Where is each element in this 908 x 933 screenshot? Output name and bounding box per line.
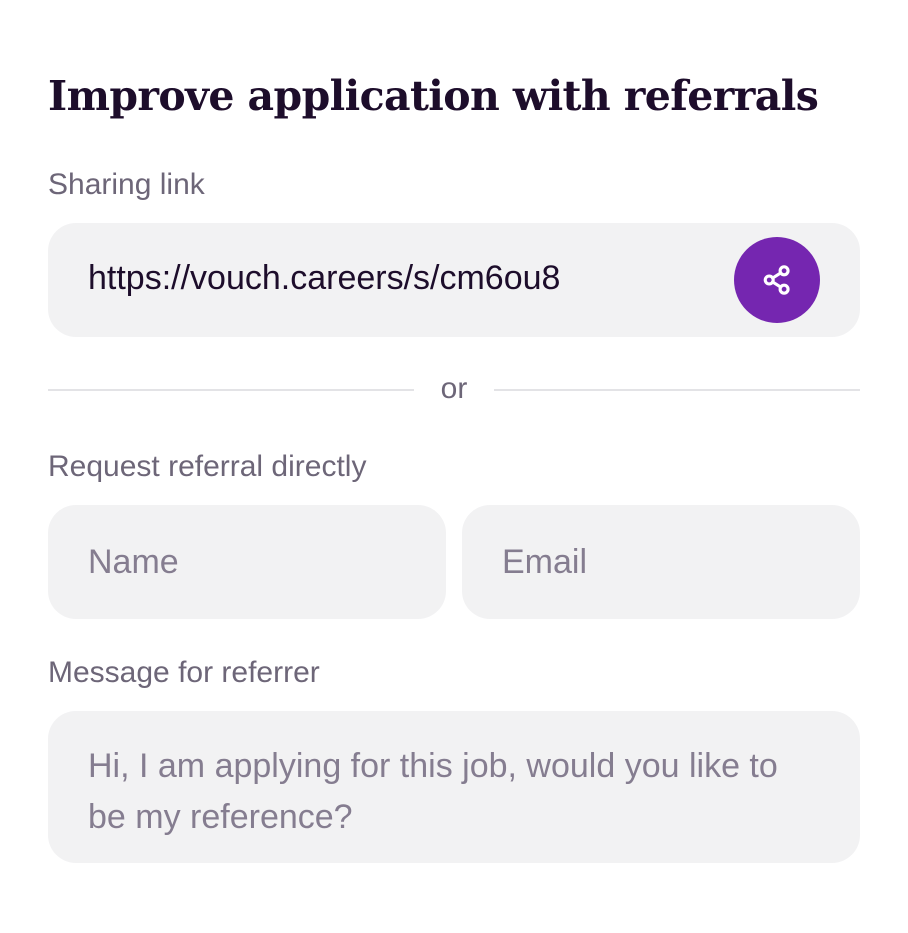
message-label: Message for referrer [48, 656, 320, 689]
email-input[interactable] [462, 505, 860, 619]
sharing-link-field[interactable]: https://vouch.careers/s/cm6ou8 [48, 223, 860, 337]
share-button[interactable] [734, 237, 820, 323]
share-icon [763, 265, 790, 295]
divider-line-right [494, 389, 860, 391]
sharing-link-url[interactable]: https://vouch.careers/s/cm6ou8 [88, 259, 560, 298]
name-input[interactable] [48, 505, 446, 619]
page-title: Improve application with referrals [48, 72, 819, 120]
request-referral-label: Request referral directly [48, 450, 367, 483]
referral-card: Improve application with referrals Shari… [0, 0, 908, 933]
or-divider: or [48, 372, 860, 412]
message-textarea[interactable] [48, 711, 860, 863]
sharing-link-label: Sharing link [48, 168, 205, 201]
